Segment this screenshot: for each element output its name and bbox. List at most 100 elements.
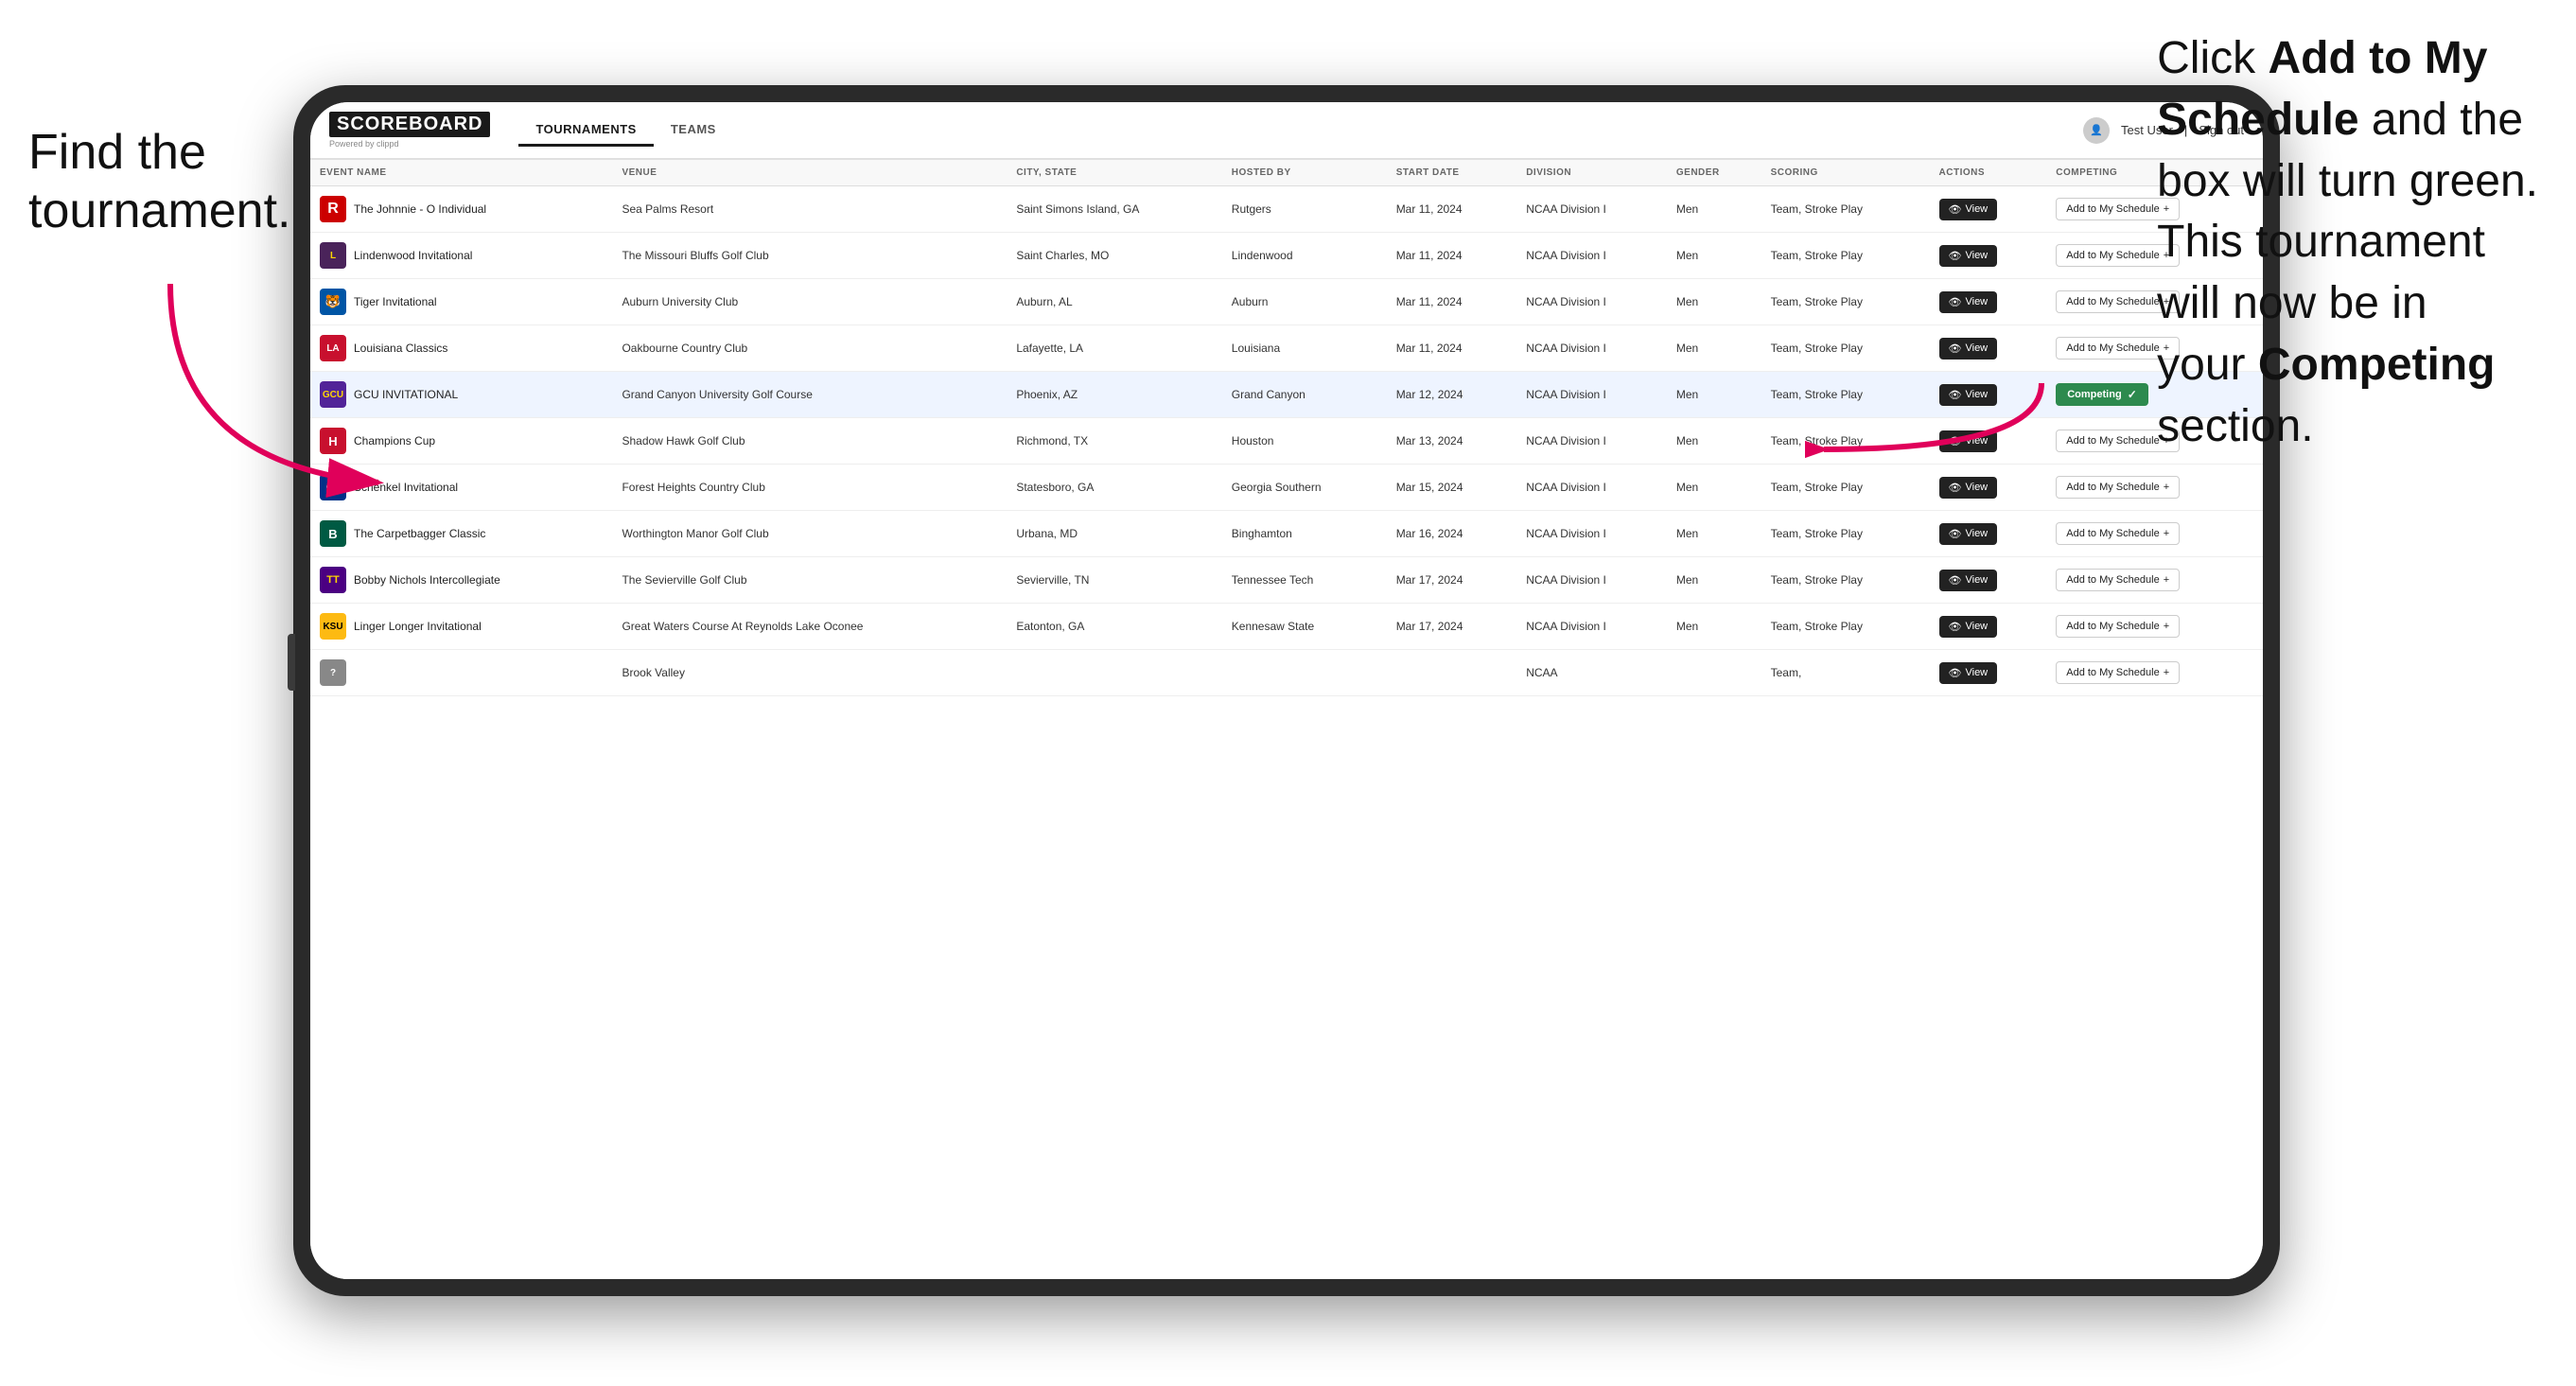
view-button[interactable]: 👁 View xyxy=(1939,291,1998,313)
venue-cell: Shadow Hawk Golf Club xyxy=(612,418,1007,465)
city-state-cell: Lafayette, LA xyxy=(1007,325,1221,372)
add-schedule-label: Add to My Schedule xyxy=(2066,482,2159,493)
hosted-by-cell: Louisiana xyxy=(1222,325,1387,372)
scoring-cell: Team, Stroke Play xyxy=(1761,557,1930,604)
event-name-cell: ? xyxy=(310,650,612,696)
action-cell: 👁 View xyxy=(1930,279,2047,325)
add-to-schedule-button[interactable]: Add to My Schedule + xyxy=(2056,569,2180,591)
city-state-cell: Richmond, TX xyxy=(1007,418,1221,465)
add-to-schedule-button[interactable]: Add to My Schedule + xyxy=(2056,476,2180,499)
division-cell: NCAA Division I xyxy=(1516,233,1667,279)
venue-cell: Oakbourne Country Club xyxy=(612,325,1007,372)
table-row: ? Brook ValleyNCAATeam, 👁 View Add to My… xyxy=(310,650,2263,696)
division-cell: NCAA Division I xyxy=(1516,604,1667,650)
add-schedule-label: Add to My Schedule xyxy=(2066,667,2159,678)
venue-cell: Great Waters Course At Reynolds Lake Oco… xyxy=(612,604,1007,650)
event-name-text: The Johnnie - O Individual xyxy=(354,202,486,216)
start-date-cell: Mar 15, 2024 xyxy=(1387,465,1517,511)
eye-icon: 👁 xyxy=(1949,250,1962,262)
division-cell: NCAA Division I xyxy=(1516,279,1667,325)
start-date-cell: Mar 11, 2024 xyxy=(1387,233,1517,279)
eye-icon: 👁 xyxy=(1949,203,1962,216)
division-cell: NCAA Division I xyxy=(1516,186,1667,233)
view-button[interactable]: 👁 View xyxy=(1939,523,1998,545)
city-state-cell: Sevierville, TN xyxy=(1007,557,1221,604)
hosted-by-cell xyxy=(1222,650,1387,696)
add-to-schedule-button[interactable]: Add to My Schedule + xyxy=(2056,522,2180,545)
start-date-cell: Mar 17, 2024 xyxy=(1387,604,1517,650)
tab-teams[interactable]: TEAMS xyxy=(654,114,733,147)
venue-cell: Brook Valley xyxy=(612,650,1007,696)
gender-cell: Men xyxy=(1667,557,1761,604)
add-schedule-label: Add to My Schedule xyxy=(2066,528,2159,539)
division-cell: NCAA Division I xyxy=(1516,511,1667,557)
add-schedule-label: Add to My Schedule xyxy=(2066,250,2159,261)
col-event-name: EVENT NAME xyxy=(310,160,612,186)
plus-icon: + xyxy=(2164,482,2169,493)
table-row: L Lindenwood Invitational The Missouri B… xyxy=(310,233,2263,279)
gender-cell: Men xyxy=(1667,233,1761,279)
action-cell: 👁 View xyxy=(1930,186,2047,233)
hosted-by-cell: Georgia Southern xyxy=(1222,465,1387,511)
table-container[interactable]: EVENT NAME VENUE CITY, STATE HOSTED BY S… xyxy=(310,160,2263,1279)
table-row: B The Carpetbagger Classic Worthington M… xyxy=(310,511,2263,557)
col-gender: GENDER xyxy=(1667,160,1761,186)
hosted-by-cell: Grand Canyon xyxy=(1222,372,1387,418)
venue-cell: Sea Palms Resort xyxy=(612,186,1007,233)
hosted-by-cell: Tennessee Tech xyxy=(1222,557,1387,604)
view-button[interactable]: 👁 View xyxy=(1939,570,1998,591)
action-cell: 👁 View xyxy=(1930,325,2047,372)
col-actions: ACTIONS xyxy=(1930,160,2047,186)
add-schedule-label: Add to My Schedule xyxy=(2066,574,2159,586)
scoring-cell: Team, xyxy=(1761,650,1930,696)
team-logo: KSU xyxy=(320,613,346,640)
eye-icon: 👁 xyxy=(1949,296,1962,308)
col-division: DIVISION xyxy=(1516,160,1667,186)
scoring-cell: Team, Stroke Play xyxy=(1761,325,1930,372)
table-row: KSU Linger Longer Invitational Great Wat… xyxy=(310,604,2263,650)
city-state-cell xyxy=(1007,650,1221,696)
add-to-schedule-button[interactable]: Add to My Schedule + xyxy=(2056,661,2180,684)
gender-cell: Men xyxy=(1667,186,1761,233)
scoring-cell: Team, Stroke Play xyxy=(1761,186,1930,233)
tab-tournaments[interactable]: TOURNAMENTS xyxy=(518,114,653,147)
view-button[interactable]: 👁 View xyxy=(1939,616,1998,638)
competing-button[interactable]: Competing ✓ xyxy=(2056,383,2148,406)
action-cell: 👁 View xyxy=(1930,604,2047,650)
view-button[interactable]: 👁 View xyxy=(1939,199,1998,220)
hosted-by-cell: Lindenwood xyxy=(1222,233,1387,279)
scoring-cell: Team, Stroke Play xyxy=(1761,233,1930,279)
city-state-cell: Eatonton, GA xyxy=(1007,604,1221,650)
user-avatar: 👤 xyxy=(2083,117,2110,144)
gender-cell: Men xyxy=(1667,418,1761,465)
start-date-cell xyxy=(1387,650,1517,696)
annotation-right: Click Add to MySchedule and thebox will … xyxy=(2157,28,2538,458)
city-state-cell: Saint Simons Island, GA xyxy=(1007,186,1221,233)
col-start-date: START DATE xyxy=(1387,160,1517,186)
start-date-cell: Mar 13, 2024 xyxy=(1387,418,1517,465)
start-date-cell: Mar 17, 2024 xyxy=(1387,557,1517,604)
start-date-cell: Mar 11, 2024 xyxy=(1387,186,1517,233)
start-date-cell: Mar 11, 2024 xyxy=(1387,325,1517,372)
event-name-text: Bobby Nichols Intercollegiate xyxy=(354,573,500,587)
view-button[interactable]: 👁 View xyxy=(1939,662,1998,684)
team-logo: L xyxy=(320,242,346,269)
add-to-schedule-button[interactable]: Add to My Schedule + xyxy=(2056,615,2180,638)
scoring-cell: Team, Stroke Play xyxy=(1761,604,1930,650)
venue-cell: Grand Canyon University Golf Course xyxy=(612,372,1007,418)
add-schedule-label: Add to My Schedule xyxy=(2066,203,2159,215)
venue-cell: Worthington Manor Golf Club xyxy=(612,511,1007,557)
add-schedule-label: Add to My Schedule xyxy=(2066,435,2159,447)
scoring-cell: Team, Stroke Play xyxy=(1761,511,1930,557)
city-state-cell: Auburn, AL xyxy=(1007,279,1221,325)
view-button[interactable]: 👁 View xyxy=(1939,338,1998,360)
logo-area: SCOREBOARD Powered by clippd xyxy=(329,112,490,149)
view-button[interactable]: 👁 View xyxy=(1939,245,1998,267)
division-cell: NCAA Division I xyxy=(1516,465,1667,511)
competing-cell: Add to My Schedule + xyxy=(2046,557,2263,604)
gender-cell: Men xyxy=(1667,372,1761,418)
hosted-by-cell: Auburn xyxy=(1222,279,1387,325)
city-state-cell: Saint Charles, MO xyxy=(1007,233,1221,279)
gender-cell xyxy=(1667,650,1761,696)
city-state-cell: Phoenix, AZ xyxy=(1007,372,1221,418)
